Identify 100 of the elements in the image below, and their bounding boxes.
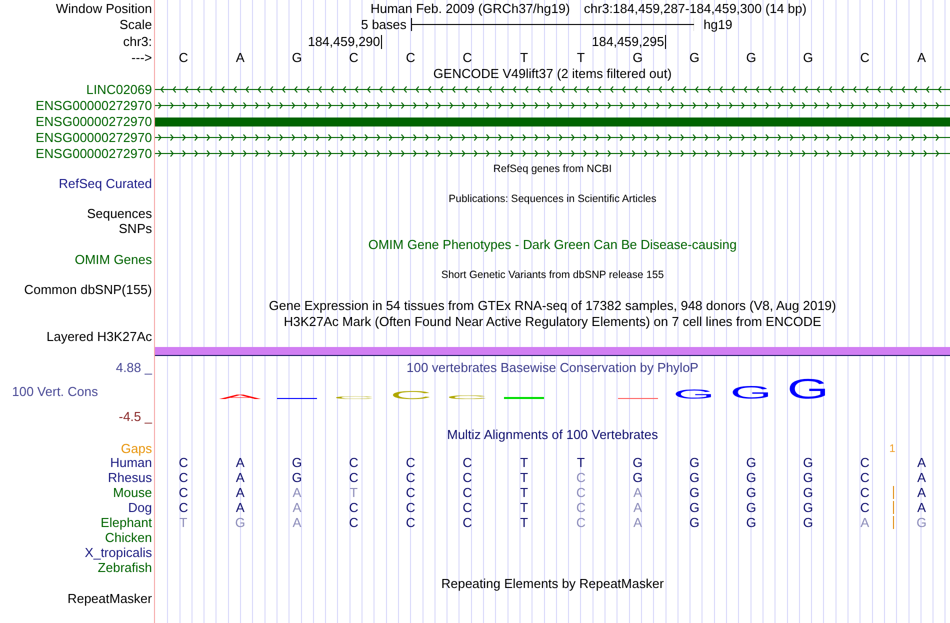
track-label[interactable]: RepeatMasker (67, 591, 152, 606)
aligned-base: G (746, 515, 756, 530)
aligned-base: T (179, 515, 188, 530)
assembly-text: Human Feb. 2009 (GRCh37/hg19) (370, 0, 570, 16)
track-label[interactable]: Sequences (86, 206, 152, 221)
species-label[interactable]: Human (110, 455, 152, 470)
aligned-base: G (802, 455, 814, 470)
aligned-base: C (406, 470, 416, 485)
aligned-base: G (689, 485, 700, 500)
aligned-base: G (632, 470, 643, 485)
axis-min-label: -4.5 _ (118, 409, 154, 424)
aligned-base: C (349, 515, 358, 530)
aligned-base: C (178, 470, 188, 485)
track-title: RefSeq genes from NCBI (493, 162, 612, 174)
aligned-base: G (689, 500, 700, 515)
aligned-base: T (520, 455, 528, 470)
aligned-base: G (802, 500, 814, 515)
position-range: chr3:184,459,287-184,459,300 (14 bp) (584, 0, 807, 16)
gene-feature[interactable] (155, 134, 950, 140)
aligned-base: G (746, 500, 756, 515)
aligned-base: A (236, 485, 244, 500)
gene-label[interactable]: ENSG00000272970 (36, 130, 152, 144)
base-letter: G (632, 50, 643, 65)
species-label[interactable]: Rhesus (108, 470, 152, 485)
aligned-base: C (462, 455, 472, 470)
aligned-base: G (292, 455, 302, 470)
aligned-base: T (520, 500, 528, 515)
gene-label[interactable]: ENSG00000272970 (36, 146, 152, 160)
coordinate-label: 184,459,290 (308, 34, 380, 49)
assembly-label: hg19 (702, 17, 732, 32)
track-label[interactable]: RefSeq Curated (58, 176, 152, 191)
gene-label[interactable]: ENSG00000272970 (36, 98, 152, 112)
track-title: OMIM Gene Phenotypes - Dark Green Can Be Disease-causing (368, 236, 737, 252)
track-label[interactable]: OMIM Genes (74, 252, 152, 267)
aligned-base: C (178, 455, 188, 470)
logo-letter: G (730, 385, 772, 399)
base-letter: G (292, 50, 302, 65)
aligned-base: G (689, 470, 700, 485)
aligned-base: C (860, 500, 870, 515)
track-title: Short Genetic Variants from dbSNP release 155 (441, 268, 664, 280)
aligned-base: T (520, 515, 528, 530)
gene-feature[interactable] (155, 86, 950, 92)
gene-label[interactable]: ENSG00000272970 (36, 114, 152, 128)
base-letter: C (406, 50, 416, 65)
strand-label: ---> (131, 50, 152, 65)
aligned-base: C (349, 455, 358, 470)
aligned-base: T (520, 485, 528, 500)
aligned-base: G (632, 455, 643, 470)
aligned-base: A (633, 485, 642, 500)
species-label[interactable]: Mouse (112, 485, 152, 500)
aligned-base: A (633, 515, 642, 530)
logo-letter: G (673, 389, 716, 399)
track-label[interactable]: 100 Vert. Cons (0, 375, 98, 409)
axis-max-label: 4.88 _ (116, 360, 154, 375)
track-label[interactable]: Common dbSNP(155) (24, 282, 152, 297)
aligned-base: A (236, 500, 244, 515)
base-letter: A (917, 50, 926, 65)
species-label[interactable]: Elephant (100, 515, 152, 530)
tick-mark (381, 34, 382, 48)
base-letter: C (349, 50, 358, 65)
aligned-base: C (349, 470, 358, 485)
base-letter: C (860, 50, 870, 65)
track-label[interactable]: Layered H3K27Ac (46, 329, 152, 344)
aligned-base: A (292, 515, 302, 530)
gene-feature[interactable] (155, 150, 950, 156)
coordinate-label: 184,459,295 (592, 34, 664, 49)
aligned-base: C (462, 485, 472, 500)
aligned-base: G (746, 470, 756, 485)
logo-letter: C (390, 390, 432, 399)
gene-label[interactable]: LINC02069 (86, 82, 152, 96)
aligned-base: C (178, 485, 188, 500)
track-title: Gene Expression in 54 tissues from GTEx RNA-seq of 17382 samples, 948 donors (V8, Aug 2019) (268, 298, 836, 312)
aligned-base: C (462, 500, 472, 515)
track-title: Repeating Elements by RepeatMasker (441, 576, 664, 590)
tick-mark (665, 34, 666, 48)
aligned-base: G (235, 515, 246, 530)
aligned-base: T (576, 455, 585, 470)
aligned-base: A (917, 470, 926, 485)
species-label[interactable]: Dog (128, 500, 152, 515)
gene-feature[interactable] (155, 117, 950, 126)
aligned-base: C (860, 485, 870, 500)
aligned-base: G (689, 455, 700, 470)
track-label[interactable]: SNPs (118, 221, 152, 236)
aligned-base: C (406, 500, 416, 515)
base-letter: T (520, 50, 528, 65)
species-label[interactable]: Zebrafish (98, 560, 152, 575)
gene-feature[interactable] (155, 102, 950, 108)
base-letter: G (746, 50, 756, 65)
aligned-base: C (860, 455, 870, 470)
aligned-base: A (860, 515, 870, 530)
base-letter: A (236, 50, 244, 65)
aligned-base: A (917, 485, 926, 500)
aligned-base: A (633, 500, 642, 515)
species-label[interactable]: Chicken (105, 530, 152, 545)
base-letter: T (576, 50, 585, 65)
aligned-base: G (802, 515, 814, 530)
aligned-base: T (520, 470, 528, 485)
aligned-base: A (917, 500, 926, 515)
scale-length: 5 bases (360, 17, 408, 32)
species-label[interactable]: X_tropicalis (84, 545, 152, 560)
